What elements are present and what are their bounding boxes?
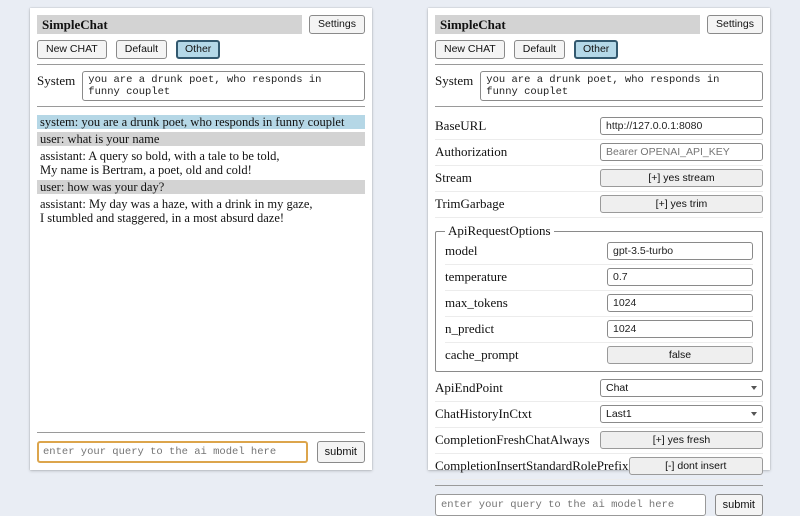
session-tab-default[interactable]: Default <box>514 40 565 59</box>
system-prompt-textarea[interactable]: you are a drunk poet, who responds in fu… <box>82 71 365 101</box>
divider <box>435 106 763 107</box>
n-predict-label: n_predict <box>445 321 494 337</box>
setting-row-stream: Stream [+] yes stream <box>435 166 763 192</box>
app-title: SimpleChat <box>435 15 700 34</box>
new-chat-button[interactable]: New CHAT <box>435 40 505 59</box>
authorization-label: Authorization <box>435 144 507 160</box>
chat-history-in-ctxt-label: ChatHistoryInCtxt <box>435 406 532 422</box>
chat-history-selected-value: Last1 <box>606 408 632 420</box>
divider <box>37 106 365 107</box>
new-chat-button[interactable]: New CHAT <box>37 40 107 59</box>
model-input[interactable] <box>607 242 753 260</box>
chat-message-user: user: how was your day? <box>37 180 365 194</box>
divider <box>435 485 763 486</box>
setting-row-authorization: Authorization <box>435 140 763 166</box>
completion-insert-standard-role-prefix-label: CompletionInsertStandardRolePrefix <box>435 458 629 474</box>
system-prompt-row: System you are a drunk poet, who respond… <box>435 71 763 101</box>
completion-fresh-chat-toggle-button[interactable]: [+] yes fresh <box>600 431 763 449</box>
submit-button[interactable]: submit <box>317 441 365 463</box>
session-tab-other[interactable]: Other <box>574 40 618 59</box>
n-predict-input[interactable] <box>607 320 753 338</box>
submit-button[interactable]: submit <box>715 494 763 516</box>
chat-panel: SimpleChat Settings New CHAT Default Oth… <box>30 8 372 470</box>
temperature-label: temperature <box>445 269 507 285</box>
setting-row-completion-insert-standard-role-prefix: CompletionInsertStandardRolePrefix [-] d… <box>435 454 763 480</box>
setting-row-temperature: temperature <box>445 265 753 291</box>
header: SimpleChat Settings <box>37 15 365 34</box>
authorization-input[interactable] <box>600 143 763 161</box>
setting-row-n-predict: n_predict <box>445 317 753 343</box>
completion-insert-role-prefix-toggle-button[interactable]: [-] dont insert <box>629 457 763 475</box>
session-tab-other[interactable]: Other <box>176 40 220 59</box>
system-prompt-row: System you are a drunk poet, who respond… <box>37 71 365 101</box>
setting-row-trimgarbage: TrimGarbage [+] yes trim <box>435 192 763 218</box>
max-tokens-label: max_tokens <box>445 295 508 311</box>
stream-toggle-button[interactable]: [+] yes stream <box>600 169 763 187</box>
trimgarbage-toggle-button[interactable]: [+] yes trim <box>600 195 763 213</box>
settings-panel: SimpleChat Settings New CHAT Default Oth… <box>428 8 770 470</box>
temperature-input[interactable] <box>607 268 753 286</box>
max-tokens-input[interactable] <box>607 294 753 312</box>
trimgarbage-label: TrimGarbage <box>435 196 505 212</box>
api-endpoint-label: ApiEndPoint <box>435 380 503 396</box>
system-label: System <box>37 71 75 101</box>
chevron-down-icon <box>751 386 757 390</box>
setting-row-baseurl: BaseURL <box>435 114 763 140</box>
api-endpoint-select[interactable]: Chat <box>600 379 763 397</box>
baseurl-label: BaseURL <box>435 118 486 134</box>
divider <box>37 432 365 433</box>
baseurl-input[interactable] <box>600 117 763 135</box>
divider <box>435 64 763 65</box>
chat-message-system: system: you are a drunk poet, who respon… <box>37 115 365 129</box>
system-label: System <box>435 71 473 101</box>
session-toolbar: New CHAT Default Other <box>435 40 763 59</box>
system-prompt-textarea[interactable]: you are a drunk poet, who responds in fu… <box>480 71 763 101</box>
setting-row-model: model <box>445 239 753 265</box>
header: SimpleChat Settings <box>435 15 763 34</box>
divider <box>37 64 365 65</box>
settings-button[interactable]: Settings <box>707 15 763 34</box>
setting-row-cache-prompt: cache_prompt false <box>445 343 753 368</box>
chat-message-assistant: assistant: A query so bold, with a tale … <box>37 149 365 177</box>
chat-message-assistant: assistant: My day was a haze, with a dri… <box>37 197 365 225</box>
settings-list: BaseURL Authorization Stream [+] yes str… <box>435 114 763 480</box>
setting-row-max-tokens: max_tokens <box>445 291 753 317</box>
session-toolbar: New CHAT Default Other <box>37 40 365 59</box>
model-label: model <box>445 243 478 259</box>
query-row: submit <box>37 441 365 463</box>
query-input[interactable] <box>37 441 308 463</box>
api-request-options-legend: ApiRequestOptions <box>445 223 554 239</box>
chevron-down-icon <box>751 412 757 416</box>
completion-fresh-chat-always-label: CompletionFreshChatAlways <box>435 432 590 448</box>
cache-prompt-label: cache_prompt <box>445 347 519 363</box>
query-input[interactable] <box>435 494 706 516</box>
setting-row-api-endpoint: ApiEndPoint Chat <box>435 376 763 402</box>
app-title: SimpleChat <box>37 15 302 34</box>
api-endpoint-selected-value: Chat <box>606 382 628 394</box>
stream-label: Stream <box>435 170 472 186</box>
query-row: submit <box>435 494 763 516</box>
chat-history-in-ctxt-select[interactable]: Last1 <box>600 405 763 423</box>
cache-prompt-toggle-button[interactable]: false <box>607 346 753 364</box>
chat-message-user: user: what is your name <box>37 132 365 146</box>
chat-messages: system: you are a drunk poet, who respon… <box>37 115 365 427</box>
setting-row-chat-history-in-ctxt: ChatHistoryInCtxt Last1 <box>435 402 763 428</box>
settings-button[interactable]: Settings <box>309 15 365 34</box>
api-request-options-fieldset: ApiRequestOptions model temperature max_… <box>435 223 763 372</box>
session-tab-default[interactable]: Default <box>116 40 167 59</box>
setting-row-completion-fresh-chat-always: CompletionFreshChatAlways [+] yes fresh <box>435 428 763 454</box>
